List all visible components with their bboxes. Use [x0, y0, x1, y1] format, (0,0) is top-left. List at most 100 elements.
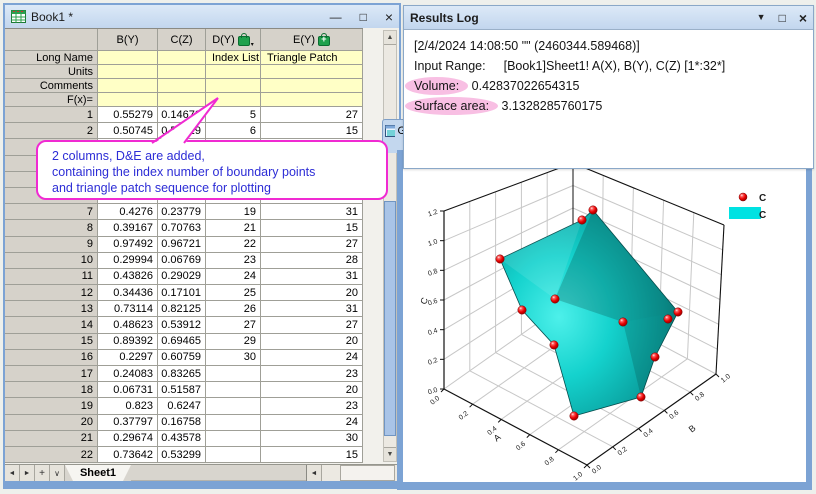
graph1-window[interactable]: 0.0 0.2 0.4 0.6 0.8 1.0 1.2 C 0.0 0.2 0.4 0.6 0.8 1.0…: [397, 150, 812, 490]
cell-e[interactable]: 20: [261, 285, 363, 302]
cell-c[interactable]: 0.43578: [158, 430, 206, 447]
cell-b[interactable]: 0.06731: [98, 382, 158, 399]
row-header[interactable]: 9: [5, 236, 98, 253]
column-header-e[interactable]: E(Y): [261, 29, 363, 51]
cell-c[interactable]: 0.51587: [158, 382, 206, 399]
data-point[interactable]: [673, 307, 683, 317]
cell-e[interactable]: 15: [261, 446, 363, 464]
header-cell[interactable]: [261, 79, 363, 93]
cell-e[interactable]: 30: [261, 430, 363, 447]
cell-e[interactable]: 23: [261, 366, 363, 383]
horizontal-scrollbar-thumb[interactable]: [340, 465, 395, 481]
header-cell[interactable]: [206, 65, 261, 79]
cell-e[interactable]: 31: [261, 204, 363, 221]
cell-b[interactable]: 0.73114: [98, 301, 158, 318]
cell-d[interactable]: [206, 366, 261, 383]
data-point[interactable]: [569, 411, 579, 421]
cell-c[interactable]: 0.83265: [158, 366, 206, 383]
data-point[interactable]: [549, 340, 559, 350]
header-cell[interactable]: [158, 79, 206, 93]
header-cell[interactable]: [158, 51, 206, 65]
cell-d[interactable]: 21: [206, 220, 261, 237]
cell-e[interactable]: 27: [261, 107, 363, 124]
row-header[interactable]: 1: [5, 107, 98, 124]
float-icon[interactable]: □: [779, 12, 786, 24]
row-header[interactable]: 18: [5, 382, 98, 399]
row-header[interactable]: 7: [5, 204, 98, 221]
cell-e[interactable]: 15: [261, 220, 363, 237]
minimize-icon[interactable]: —: [330, 11, 342, 23]
vertical-scrollbar-thumb[interactable]: [384, 201, 396, 436]
row-label-cell[interactable]: F(x)=: [5, 93, 98, 107]
cell-d[interactable]: 27: [206, 317, 261, 334]
cell-d[interactable]: 26: [206, 301, 261, 318]
cell-b[interactable]: 0.39167: [98, 220, 158, 237]
cell-b[interactable]: 0.823: [98, 398, 158, 415]
cell-d[interactable]: [206, 430, 261, 447]
header-cell[interactable]: Triangle Patch: [261, 51, 363, 65]
cell-e[interactable]: 24: [261, 414, 363, 431]
scroll-left-icon[interactable]: ◄: [307, 465, 322, 481]
sheet-list-icon[interactable]: ∨: [50, 465, 65, 481]
cell-c[interactable]: 0.17101: [158, 285, 206, 302]
vertical-scrollbar[interactable]: ▲ ▼: [383, 30, 397, 462]
cell-e[interactable]: 27: [261, 317, 363, 334]
column-header-c[interactable]: C(Z): [158, 29, 206, 51]
data-point[interactable]: [588, 205, 598, 215]
data-point[interactable]: [636, 392, 646, 402]
cell-c[interactable]: 0.53912: [158, 317, 206, 334]
row-header[interactable]: 11: [5, 268, 98, 286]
cell-d[interactable]: 22: [206, 236, 261, 253]
cell-b[interactable]: 0.2297: [98, 349, 158, 366]
data-point[interactable]: [577, 215, 587, 225]
row-header[interactable]: 15: [5, 333, 98, 350]
cell-c[interactable]: 0.23779: [158, 204, 206, 221]
cell-e[interactable]: 31: [261, 268, 363, 286]
data-point[interactable]: [517, 305, 527, 315]
green-lock-plus-icon[interactable]: [318, 33, 330, 46]
results-log-window[interactable]: Results Log ▼ □ × [2/4/2024 14:08:50 "" …: [403, 5, 814, 169]
dropdown-icon[interactable]: ▼: [757, 13, 766, 22]
data-point[interactable]: [650, 352, 660, 362]
scroll-up-icon[interactable]: ▲: [384, 31, 396, 45]
cell-c[interactable]: 0.29029: [158, 268, 206, 286]
cell-b[interactable]: 0.4276: [98, 204, 158, 221]
row-header[interactable]: 20: [5, 414, 98, 431]
corner-cell[interactable]: [5, 29, 98, 51]
row-header[interactable]: 2: [5, 123, 98, 140]
column-header-d[interactable]: D(Y) ▾: [206, 29, 261, 51]
header-cell[interactable]: [98, 79, 158, 93]
header-cell[interactable]: [98, 51, 158, 65]
row-header[interactable]: 16: [5, 349, 98, 366]
header-cell[interactable]: [158, 65, 206, 79]
row-header[interactable]: 8: [5, 220, 98, 237]
row-label-cell[interactable]: Long Name: [5, 51, 98, 65]
cell-c[interactable]: 0.82125: [158, 301, 206, 318]
cell-e[interactable]: 27: [261, 236, 363, 253]
cell-d[interactable]: 30: [206, 349, 261, 366]
cell-d[interactable]: [206, 398, 261, 415]
cell-b[interactable]: 0.29674: [98, 430, 158, 447]
data-point[interactable]: [663, 314, 673, 324]
tab-prev-icon[interactable]: ◄: [5, 465, 20, 481]
cell-e[interactable]: 20: [261, 333, 363, 350]
cell-c[interactable]: 0.6247: [158, 398, 206, 415]
green-lock-dropdown-icon[interactable]: [237, 33, 250, 46]
header-cell[interactable]: [261, 93, 363, 107]
row-header[interactable]: 13: [5, 301, 98, 318]
row-header[interactable]: 10: [5, 252, 98, 269]
cell-c[interactable]: 0.96721: [158, 236, 206, 253]
horizontal-scrollbar-track[interactable]: [322, 465, 399, 481]
maximize-icon[interactable]: □: [360, 11, 367, 23]
cell-b[interactable]: 0.43826: [98, 268, 158, 286]
cell-b[interactable]: 0.37797: [98, 414, 158, 431]
horizontal-scrollbar[interactable]: ◄: [306, 465, 399, 481]
cell-d[interactable]: [206, 446, 261, 464]
3d-plot[interactable]: 0.0 0.2 0.4 0.6 0.8 1.0 1.2 C 0.0 0.2 0.4 0.6 0.8 1.0…: [403, 150, 806, 483]
cell-e[interactable]: 31: [261, 301, 363, 318]
book1-window[interactable]: Book1 * — □ × B(Y)C(Z)D(Y)▾E(Y)Long Name…: [3, 3, 401, 489]
cell-d[interactable]: 25: [206, 285, 261, 302]
row-header[interactable]: 14: [5, 317, 98, 334]
header-cell[interactable]: [261, 65, 363, 79]
row-header[interactable]: 21: [5, 430, 98, 447]
